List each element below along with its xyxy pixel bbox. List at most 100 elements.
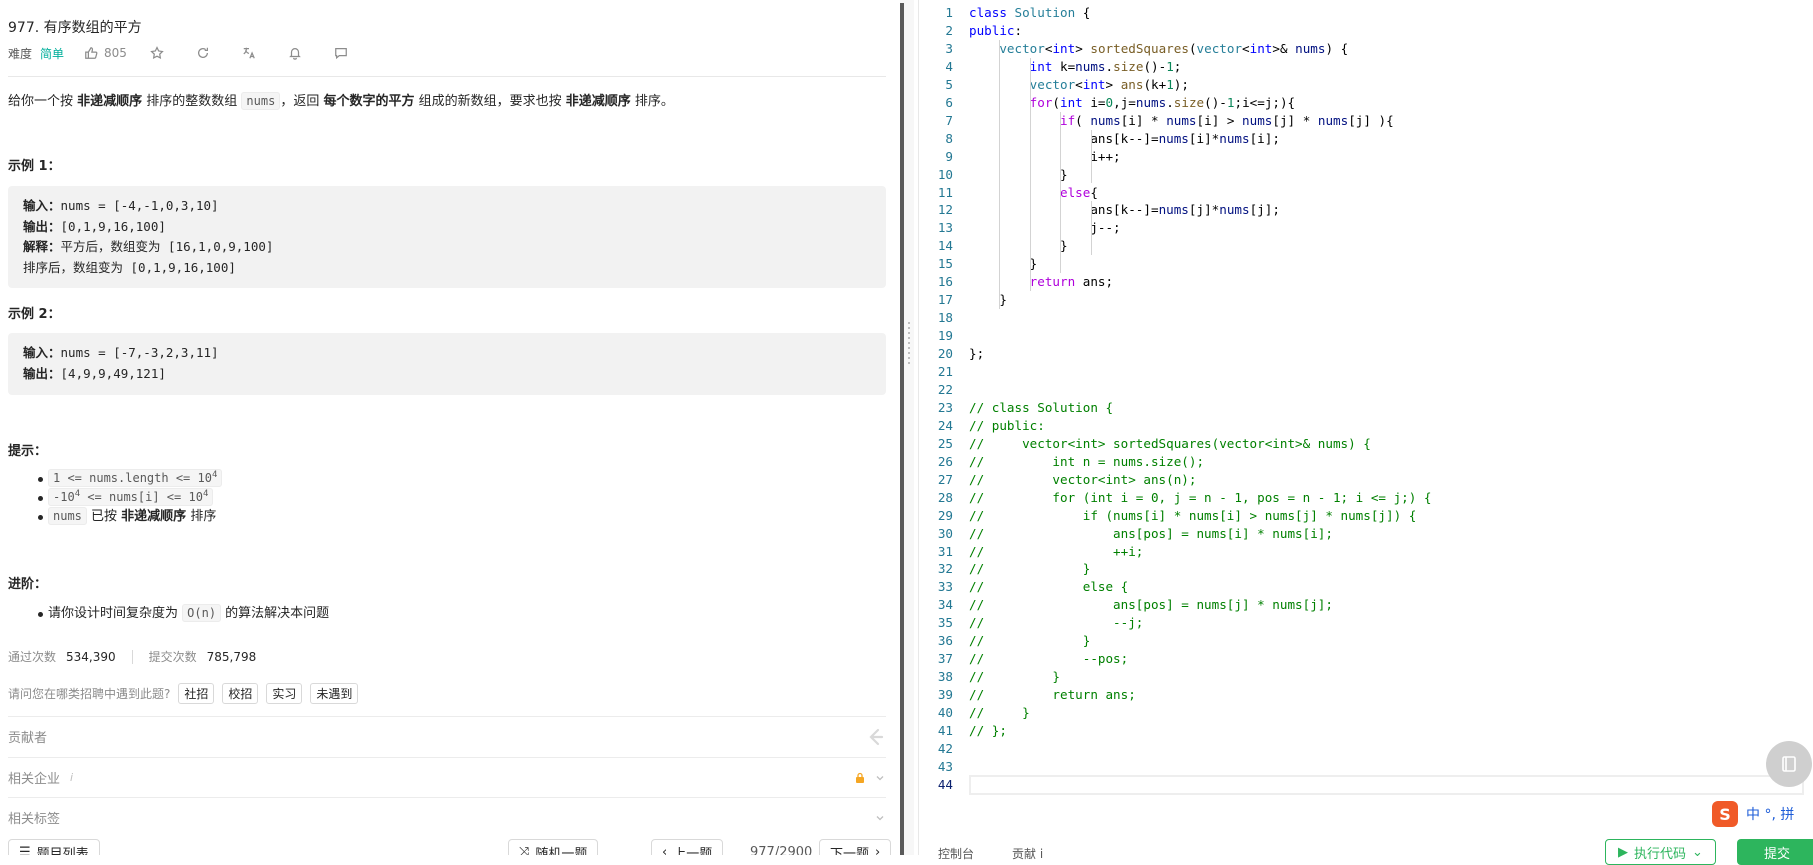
console-tab[interactable]: 控制台 [938, 845, 974, 862]
code-line[interactable]: 15 } [919, 255, 1809, 273]
code-line[interactable]: 27 // vector<int> ans(n); [919, 471, 1809, 489]
drag-handle-icon[interactable] [908, 322, 910, 366]
code-line[interactable]: 26 // int n = nums.size(); [919, 453, 1809, 471]
code-line[interactable]: 37 // --pos; [919, 650, 1809, 668]
code-line[interactable]: 43 [919, 758, 1809, 776]
code-line[interactable]: 38 // } [919, 668, 1809, 686]
line-number: 25 [937, 435, 953, 451]
code-line[interactable]: 18 [919, 309, 1809, 327]
play-icon: ▶ [1618, 844, 1628, 860]
survey-tag-social[interactable]: 社招 [178, 683, 215, 704]
code-line[interactable]: 41 // }; [919, 722, 1809, 740]
line-number: 21 [937, 364, 953, 379]
next-problem-button[interactable]: 下一题 › [819, 839, 892, 855]
notebook-button[interactable] [1766, 741, 1812, 787]
problem-list-button[interactable]: ☰ 题目列表 [8, 839, 100, 855]
code-line[interactable]: 17 } [919, 291, 1809, 309]
submission-stats: 通过次数 534,390 提交次数 785,798 [8, 648, 256, 665]
code-text: i++; [969, 148, 1121, 164]
contributors-section[interactable]: 贡献者 [8, 716, 886, 756]
divider [131, 649, 133, 664]
tags-section[interactable]: 相关标签 [8, 797, 886, 837]
line-number: 19 [937, 328, 953, 344]
code-line[interactable]: 39 // return ans; [919, 686, 1809, 704]
problem-description: 给你一个按 非递减顺序 排序的整数数组 nums ，返回 每个数字的平方 组成的新… [8, 92, 674, 111]
code-line[interactable]: 33 // else { [919, 578, 1809, 596]
hint-text: 排序 [186, 509, 217, 524]
line-number: 42 [937, 740, 953, 756]
hints-title: 提示： [8, 444, 48, 459]
code-line[interactable]: 5 vector<int> ans(k+1); [919, 76, 1809, 94]
line-number: 29 [937, 507, 953, 523]
code-line[interactable]: 20}; [919, 345, 1809, 363]
line-number: 31 [937, 543, 953, 559]
code-line[interactable]: 12 ans[k--]=nums[j]*nums[j]; [919, 201, 1809, 219]
code-line[interactable]: 10 } [919, 166, 1809, 184]
line-number: 4 [945, 58, 953, 74]
bell-icon[interactable] [287, 45, 303, 61]
desc-text: 给你一个按 [8, 94, 78, 109]
line-number: 3 [945, 40, 953, 56]
run-label: 执行代码 [1634, 846, 1687, 862]
output-label: 输出： [23, 218, 61, 234]
code-line[interactable]: 35 // --j; [919, 614, 1809, 632]
example-output: [4,9,9,49,121] [60, 365, 166, 381]
share-icon[interactable] [195, 45, 211, 61]
info-icon: i [70, 771, 74, 784]
output-label: 输出： [23, 365, 61, 381]
example-explain: 排序后，数组变为 [0,1,9,16,100] [23, 259, 236, 275]
code-line[interactable]: 28 // for (int i = 0, j = n - 1, pos = n … [919, 489, 1809, 507]
submit-button[interactable]: 提交 [1737, 839, 1813, 865]
code-line[interactable]: 16 return ans; [919, 273, 1809, 291]
code-line[interactable]: 36 // } [919, 632, 1809, 650]
prev-problem-button[interactable]: ‹ 上一题 [651, 839, 724, 855]
line-number: 18 [937, 310, 953, 326]
code-line[interactable]: 30 // ans[pos] = nums[i] * nums[i]; [919, 525, 1809, 543]
code-line[interactable]: 40 // } [919, 704, 1809, 722]
pass-count: 534,390 [66, 649, 116, 664]
code-line[interactable]: 8 ans[k--]=nums[i]*nums[i]; [919, 130, 1809, 148]
code-line[interactable]: 7 if( nums[i] * nums[i] > nums[j] * nums… [919, 112, 1809, 130]
survey-tag-intern[interactable]: 实习 [266, 683, 303, 704]
code-line[interactable]: 1 class Solution { [919, 4, 1809, 22]
code-text: else{ [1060, 184, 1098, 200]
survey-tag-campus[interactable]: 校招 [222, 683, 259, 704]
code-line[interactable]: 29 // if (nums[i] * nums[i] > nums[j] * n… [919, 507, 1809, 525]
pane-splitter[interactable] [900, 0, 914, 855]
contribute-tab[interactable]: 贡献 i [1012, 845, 1043, 862]
code-text: class Solution { [969, 5, 1091, 20]
code-line[interactable]: 23 // class Solution { [919, 399, 1809, 417]
survey-tag-none[interactable]: 未遇到 [310, 683, 359, 704]
code-line[interactable]: 9 i++; [919, 148, 1809, 166]
code-line[interactable]: 3 vector<int> sortedSquares(vector<int>&… [919, 40, 1809, 58]
translate-icon[interactable] [241, 45, 257, 61]
like-button[interactable]: 805 [84, 46, 127, 60]
companies-section[interactable]: 相关企业 i [8, 757, 886, 797]
advanced-title: 进阶： [8, 577, 48, 592]
code-line[interactable]: 34 // ans[pos] = nums[j] * nums[j]; [919, 596, 1809, 614]
code-line[interactable]: 21 [919, 363, 1809, 381]
code-line[interactable]: 22 [919, 381, 1809, 399]
comment-icon[interactable] [333, 45, 349, 61]
code-line[interactable]: 6 for(int i=0,j=nums.size()-1;i<=j;){ [919, 94, 1809, 112]
run-code-button[interactable]: ▶ 执行代码 ⌄ [1605, 839, 1716, 865]
code-line[interactable]: 4 int k=nums.size()-1; [919, 58, 1809, 76]
desc-bold: 每个数字的平方 [323, 94, 415, 109]
code-line[interactable]: 11 else{ [919, 184, 1809, 202]
code-line[interactable]: 13 j--; [919, 219, 1809, 237]
code-line[interactable]: 24 // public: [919, 417, 1809, 435]
code-line[interactable]: 19 [919, 327, 1809, 345]
code-line[interactable]: 32 // } [919, 560, 1809, 578]
code-line[interactable]: 31 // ++i; [919, 543, 1809, 561]
code-editor[interactable]: 1 class Solution {2 public: 3 vector<int> s… [918, 0, 1813, 855]
indent-guide [1029, 57, 1031, 292]
code-line[interactable]: 25 // vector<int> sortedSquares(vector<in… [919, 435, 1809, 453]
code-line[interactable]: 2 public: [919, 22, 1809, 40]
random-problem-button[interactable]: ⤨ 随机一题 [508, 839, 599, 855]
star-icon[interactable] [149, 45, 165, 61]
ime-toolbar[interactable]: S 中 °, 拼 [1712, 800, 1794, 828]
code-line[interactable]: 14 } [919, 237, 1809, 255]
line-number: 26 [937, 453, 953, 469]
code-line[interactable]: 42 [919, 740, 1809, 758]
code-text: j--; [969, 220, 1121, 236]
